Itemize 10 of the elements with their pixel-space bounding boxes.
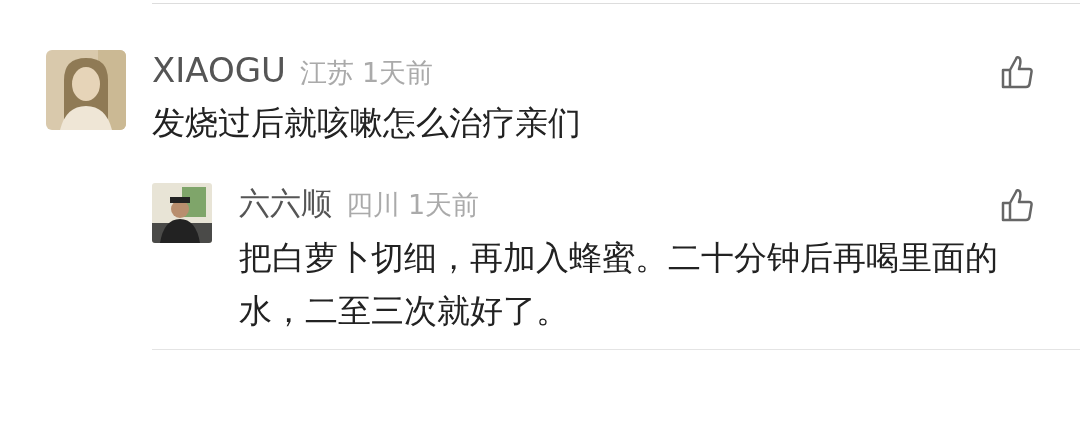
user-name[interactable]: 六六顺: [239, 183, 332, 225]
thumbs-up-icon[interactable]: [1000, 55, 1034, 89]
timestamp: 1天前: [362, 56, 434, 90]
location: 江苏: [300, 56, 354, 90]
comment-text: 发烧过后就咳嗽怎么治疗亲们: [152, 102, 582, 144]
reply-text: 把白萝卜切细，再加入蜂蜜。二十分钟后再喝里面的水，二至三次就好了。: [239, 237, 999, 332]
thumbs-up-icon[interactable]: [1000, 188, 1034, 222]
location: 四川: [346, 188, 400, 222]
timestamp: 1天前: [408, 188, 480, 222]
user-name[interactable]: XIAOGU: [152, 50, 286, 90]
